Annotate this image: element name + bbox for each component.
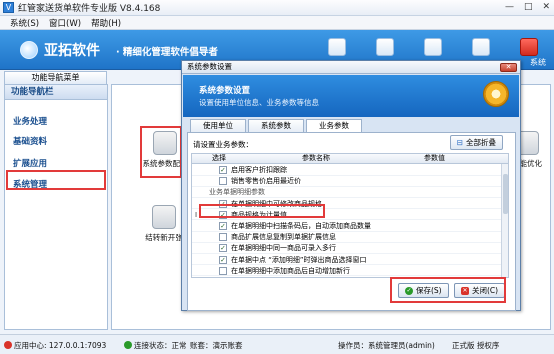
- param-name: 销售零售价启用最近价: [231, 177, 301, 186]
- param-checkbox[interactable]: ✓: [219, 244, 227, 253]
- grid-group-row[interactable]: 业务单据明细参数: [192, 187, 508, 198]
- col-name: 参数名称: [302, 154, 330, 162]
- brand-slogan: · 精细化管理软件倡导者: [116, 47, 218, 58]
- table-row[interactable]: 销售零售价启用最近价: [192, 176, 508, 187]
- highlight-current-row: [199, 204, 325, 218]
- sidebar-item-extensions[interactable]: 扩展应用: [13, 157, 47, 169]
- refresh-icon: [152, 205, 176, 229]
- system-params-dialog: 系统参数设置 ✕ 系统参数设置 设置使用单位信息、业务参数等信息 使用单位 系统…: [181, 60, 521, 311]
- gear-icon: [483, 81, 509, 107]
- param-checkbox[interactable]: [219, 233, 227, 242]
- col-select: 选择: [212, 154, 226, 162]
- window-titlebar: V 红管家送货单软件专业版 V8.4.168 — □ ✕: [0, 0, 554, 16]
- app-center-icon: [4, 341, 12, 349]
- highlight-system-params-tile: [140, 126, 182, 178]
- table-row[interactable]: 商品扩展信息复制到单据扩展信息: [192, 232, 508, 243]
- table-row[interactable]: 在单据明细中添加商品后自动增加新行: [192, 266, 508, 277]
- tile-carry-forward[interactable]: 结转新开张: [142, 205, 186, 243]
- status-operator: 操作员：系统管理员(admin): [338, 341, 435, 350]
- app-icon: V: [3, 2, 14, 13]
- window-title: 红管家送货单软件专业版 V8.4.168: [18, 4, 161, 14]
- toolbar-window-icon[interactable]: [328, 38, 346, 56]
- table-row[interactable]: ✓ 在单据明细中同一商品可录入多行: [192, 243, 508, 254]
- group-label: 业务单据明细参数: [209, 188, 265, 197]
- status-edition: 正式版 授权序: [452, 341, 500, 350]
- param-name: 在单据明细中添加商品后自动增加新行: [231, 266, 350, 275]
- tile-label: 结转新开张: [145, 233, 183, 242]
- tab-function-nav[interactable]: 功能导航菜单: [4, 71, 107, 84]
- menu-window[interactable]: 窗口(W): [49, 17, 81, 29]
- prompt-label: 请设置业务参数：: [193, 140, 253, 149]
- status-account: 账套：演示账套: [190, 341, 243, 350]
- connection-icon: [124, 341, 132, 349]
- window-close-button[interactable]: ✕: [542, 2, 550, 12]
- minimize-button[interactable]: —: [505, 2, 514, 12]
- sidebar-item-basic-data[interactable]: 基础资料: [13, 135, 47, 147]
- table-row[interactable]: ✓ 在单据中点 “添加明细”时弹出商品选择窗口: [192, 255, 508, 266]
- row-indicator-icon: I: [195, 210, 198, 219]
- dialog-tabs: 使用单位 系统参数 业务参数: [190, 119, 364, 133]
- banner-sys-label: 系统: [530, 58, 546, 67]
- param-name: 商品扩展信息复制到单据扩展信息: [231, 233, 336, 242]
- menu-system[interactable]: 系统(S): [10, 17, 39, 29]
- collapse-icon: ⊟: [456, 138, 463, 147]
- param-checkbox[interactable]: [219, 266, 227, 275]
- param-checkbox[interactable]: ✓: [219, 166, 227, 174]
- dialog-header: 系统参数设置 设置使用单位信息、业务参数等信息: [183, 75, 519, 117]
- nav-header: 功能导航栏: [5, 85, 107, 100]
- grid-header: 选择 参数名称 参数值: [192, 154, 508, 164]
- param-checkbox[interactable]: ✓: [219, 222, 227, 230]
- grid-scrollbar[interactable]: [501, 164, 508, 277]
- menu-bar: 系统(S) 窗口(W) 帮助(H): [0, 16, 554, 30]
- collapse-all-label: 全部折叠: [466, 138, 496, 147]
- tab-business-params[interactable]: 业务参数: [306, 119, 362, 133]
- highlight-system-admin: [6, 170, 106, 190]
- collapse-all-button[interactable]: ⊟ 全部折叠: [449, 135, 503, 150]
- dialog-header-subtitle: 设置使用单位信息、业务参数等信息: [199, 98, 319, 107]
- brand-logo: 亚拓软件: [20, 40, 100, 60]
- param-name: 在单据中点 “添加明细”时弹出商品选择窗口: [231, 255, 367, 264]
- toolbar-user-icon[interactable]: [376, 38, 394, 56]
- highlight-save-button: [390, 277, 506, 303]
- dialog-title: 系统参数设置: [182, 61, 520, 74]
- param-name: 在单据明细中同一商品可录入多行: [231, 244, 336, 253]
- tab-org[interactable]: 使用单位: [190, 119, 246, 132]
- param-checkbox[interactable]: [219, 177, 227, 186]
- dialog-header-title: 系统参数设置: [199, 86, 251, 96]
- toolbar-settings-icon[interactable]: [472, 38, 490, 56]
- param-checkbox[interactable]: ✓: [219, 255, 227, 264]
- tab-system-params[interactable]: 系统参数: [248, 119, 304, 132]
- status-connection: 连接状态：正常: [124, 340, 187, 351]
- maximize-button[interactable]: □: [524, 2, 533, 12]
- status-bar: 应用中心: 127.0.0.1:7093 连接状态：正常 账套：演示账套 操作员…: [0, 334, 554, 354]
- logo-mark-icon: [20, 41, 38, 59]
- menu-help[interactable]: 帮助(H): [91, 17, 121, 29]
- param-name: 在单据明细中扫描条码后，自动添加商品数量: [231, 222, 371, 230]
- table-row[interactable]: ✓ 启用客户折扣跟踪: [192, 165, 508, 176]
- col-value: 参数值: [424, 154, 445, 162]
- power-icon[interactable]: [520, 38, 538, 56]
- left-nav-panel: 功能导航栏 业务处理 基础资料 扩展应用 系统管理: [4, 84, 108, 330]
- param-name: 启用客户折扣跟踪: [231, 166, 287, 174]
- toolbar-lock-icon[interactable]: [424, 38, 442, 56]
- table-row[interactable]: ✓ 在单据明细中扫描条码后，自动添加商品数量: [192, 221, 508, 232]
- brand-name: 亚拓软件: [44, 43, 100, 59]
- dialog-close-button[interactable]: ✕: [500, 63, 517, 72]
- status-app-center: 应用中心: 127.0.0.1:7093: [4, 340, 106, 351]
- sidebar-item-business[interactable]: 业务处理: [13, 115, 47, 127]
- scrollbar-thumb[interactable]: [503, 174, 508, 214]
